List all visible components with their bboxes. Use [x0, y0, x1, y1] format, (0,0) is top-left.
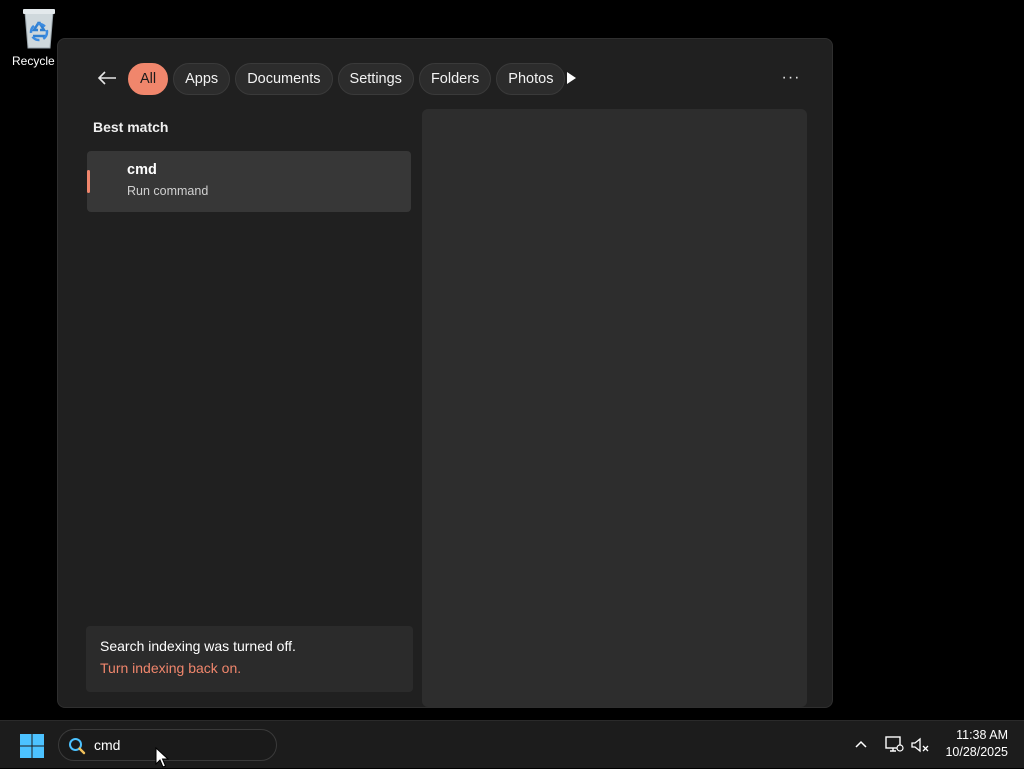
- turn-indexing-on-link[interactable]: Turn indexing back on.: [100, 660, 241, 676]
- filter-chip-folders[interactable]: Folders: [418, 63, 492, 95]
- network-icon[interactable]: [884, 735, 904, 753]
- chevron-up-icon[interactable]: [853, 736, 869, 752]
- filter-chip-photos[interactable]: Photos: [496, 63, 566, 95]
- clock-time: 11:38 AM: [956, 728, 1008, 742]
- preview-pane: [422, 109, 807, 707]
- best-match-result[interactable]: cmd Run command: [87, 151, 411, 212]
- start-button[interactable]: [16, 731, 48, 761]
- search-icon: [69, 738, 86, 755]
- filter-chip-settings[interactable]: Settings: [337, 63, 414, 95]
- selection-accent: [87, 170, 90, 193]
- search-panel: All Apps Documents Settings Folders Phot…: [57, 38, 833, 708]
- indexing-notice: Search indexing was turned off. Turn ind…: [86, 626, 413, 692]
- play-icon: [567, 72, 576, 84]
- windows-logo-icon: [20, 734, 44, 758]
- result-title: cmd: [127, 162, 157, 178]
- mouse-cursor-icon: [155, 747, 169, 768]
- back-button[interactable]: [94, 65, 120, 91]
- filter-chip-apps[interactable]: Apps: [173, 63, 231, 95]
- clock-date: 10/28/2025: [945, 745, 1008, 759]
- section-title-best-match: Best match: [93, 119, 169, 135]
- taskbar-search-input[interactable]: [94, 737, 264, 753]
- filter-chip-documents[interactable]: Documents: [235, 63, 333, 95]
- system-clock[interactable]: 11:38 AM 10/28/2025: [940, 727, 1008, 763]
- indexing-message: Search indexing was turned off.: [100, 638, 296, 654]
- more-options-button[interactable]: ···: [778, 67, 804, 89]
- volume-muted-icon[interactable]: [910, 736, 930, 754]
- filter-chip-all[interactable]: All: [128, 63, 169, 95]
- result-subtitle: Run command: [127, 184, 209, 198]
- filter-chips: All Apps Documents Settings Folders Phot…: [128, 63, 566, 95]
- recycle-bin-icon: [23, 9, 55, 49]
- arrow-left-icon: [97, 71, 116, 85]
- filter-bar: All Apps Documents Settings Folders Phot…: [86, 61, 804, 95]
- taskbar: 11:38 AM 10/28/2025: [0, 720, 1024, 768]
- more-filters-button[interactable]: [562, 69, 580, 87]
